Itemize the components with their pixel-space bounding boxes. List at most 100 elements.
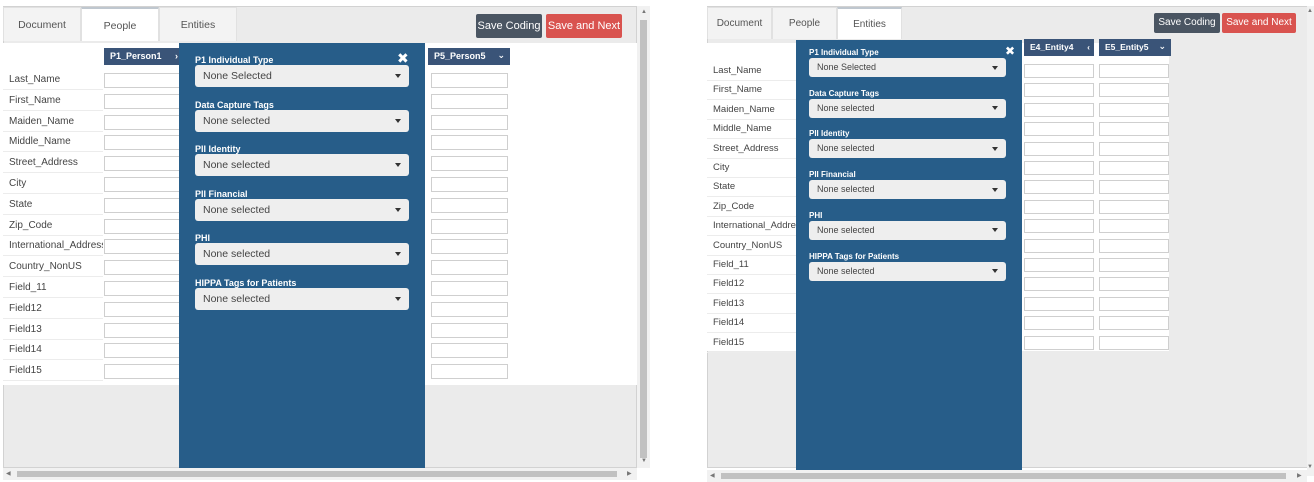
- cell-input[interactable]: [1024, 102, 1094, 117]
- cell-input[interactable]: [1024, 316, 1094, 331]
- cell-input[interactable]: [104, 73, 182, 88]
- caret-down-icon[interactable]: [395, 74, 401, 78]
- cell-input[interactable]: [1024, 161, 1094, 175]
- cell-input[interactable]: [1024, 258, 1094, 272]
- caret-down-icon[interactable]: [992, 146, 998, 151]
- horizontal-scrollbar[interactable]: ◀ ▶: [707, 470, 1307, 482]
- cell-input[interactable]: [1024, 296, 1094, 311]
- close-icon[interactable]: ✖: [397, 51, 409, 65]
- cell-input[interactable]: [431, 177, 508, 192]
- cell-input[interactable]: [1024, 180, 1094, 195]
- cell-input[interactable]: [1099, 277, 1169, 292]
- tag-select[interactable]: None Selected: [809, 58, 1006, 77]
- cell-input[interactable]: [104, 364, 182, 380]
- scroll-up-icon[interactable]: ▲: [1307, 8, 1313, 14]
- cell-input[interactable]: [1024, 199, 1094, 214]
- cell-input[interactable]: [1099, 180, 1169, 195]
- cell-input[interactable]: [1099, 238, 1169, 253]
- tag-select[interactable]: None selected: [195, 109, 409, 132]
- cell-input[interactable]: [431, 260, 508, 276]
- close-icon[interactable]: ✖: [1005, 44, 1015, 58]
- cell-input[interactable]: [431, 281, 508, 296]
- horizontal-scroll-thumb[interactable]: [721, 473, 1286, 479]
- cell-input[interactable]: [431, 218, 508, 234]
- cell-input[interactable]: [431, 239, 508, 255]
- cell-input[interactable]: [1099, 83, 1169, 98]
- caret-down-icon[interactable]: [395, 118, 401, 123]
- cell-input[interactable]: [1024, 64, 1094, 78]
- cell-input[interactable]: [1099, 122, 1169, 137]
- cell-input[interactable]: [104, 281, 182, 296]
- tab-document[interactable]: Document: [3, 7, 81, 41]
- tag-select[interactable]: None selected: [809, 139, 1006, 159]
- column-header-e5-entity5[interactable]: E5_Entity5 ⌄: [1099, 39, 1171, 56]
- cell-input[interactable]: [1024, 277, 1094, 292]
- caret-down-icon[interactable]: [992, 269, 998, 273]
- cell-input[interactable]: [104, 135, 182, 151]
- caret-down-icon[interactable]: [395, 296, 401, 301]
- cell-input[interactable]: [104, 260, 182, 276]
- cell-input[interactable]: [1024, 219, 1094, 234]
- cell-input[interactable]: [104, 93, 182, 109]
- save-and-next-button[interactable]: Save and Next: [1222, 13, 1296, 33]
- scroll-left-icon[interactable]: ◀: [6, 471, 11, 477]
- tab-entities[interactable]: Entities: [837, 7, 902, 39]
- scroll-right-icon[interactable]: ▶: [1297, 473, 1302, 479]
- vertical-scroll-thumb[interactable]: [640, 20, 647, 458]
- save-coding-button[interactable]: Save Coding: [476, 14, 542, 38]
- caret-down-icon[interactable]: [992, 106, 998, 111]
- caret-down-icon[interactable]: [992, 187, 998, 192]
- tag-select[interactable]: None selected: [195, 154, 409, 176]
- cell-input[interactable]: [431, 301, 508, 317]
- cell-input[interactable]: [1099, 64, 1169, 78]
- chevron-down-icon[interactable]: ⌄: [1158, 38, 1166, 55]
- cell-input[interactable]: [104, 156, 182, 172]
- tag-select[interactable]: None selected: [809, 261, 1006, 281]
- cell-input[interactable]: [1099, 199, 1169, 214]
- chevron-left-icon[interactable]: ‹: [1087, 39, 1090, 56]
- horizontal-scrollbar[interactable]: ◀ ▶: [3, 468, 637, 480]
- caret-down-icon[interactable]: [395, 163, 401, 167]
- cell-input[interactable]: [104, 177, 182, 192]
- cell-input[interactable]: [1099, 102, 1169, 117]
- save-coding-button[interactable]: Save Coding: [1154, 13, 1220, 33]
- cell-input[interactable]: [104, 218, 182, 234]
- caret-down-icon[interactable]: [395, 252, 401, 256]
- save-and-next-button[interactable]: Save and Next: [546, 14, 622, 38]
- scroll-up-icon[interactable]: ▲: [641, 9, 647, 15]
- tag-select[interactable]: None selected: [195, 243, 409, 265]
- cell-input[interactable]: [1024, 335, 1094, 350]
- cell-input[interactable]: [1099, 296, 1169, 311]
- cell-input[interactable]: [431, 197, 508, 213]
- cell-input[interactable]: [431, 322, 508, 338]
- cell-input[interactable]: [104, 322, 182, 338]
- tab-document[interactable]: Document: [707, 7, 772, 39]
- cell-input[interactable]: [1024, 122, 1094, 137]
- cell-input[interactable]: [1024, 141, 1094, 156]
- cell-input[interactable]: [431, 114, 508, 130]
- cell-input[interactable]: [104, 239, 182, 255]
- tag-select[interactable]: None selected: [195, 198, 409, 221]
- tag-select[interactable]: None selected: [809, 220, 1006, 240]
- tag-select[interactable]: None selected: [809, 98, 1006, 118]
- cell-input[interactable]: [1099, 141, 1169, 156]
- cell-input[interactable]: [104, 197, 182, 213]
- tab-people[interactable]: People: [81, 7, 159, 41]
- cell-input[interactable]: [1099, 258, 1169, 272]
- cell-input[interactable]: [1099, 219, 1169, 234]
- cell-input[interactable]: [431, 93, 508, 109]
- cell-input[interactable]: [104, 301, 182, 317]
- cell-input[interactable]: [1099, 316, 1169, 331]
- cell-input[interactable]: [431, 156, 508, 172]
- scroll-down-icon[interactable]: ▼: [1307, 464, 1313, 470]
- cell-input[interactable]: [1099, 161, 1169, 175]
- cell-input[interactable]: [431, 343, 508, 359]
- scroll-left-icon[interactable]: ◀: [710, 473, 715, 479]
- tag-select[interactable]: None Selected: [195, 65, 409, 87]
- tag-select[interactable]: None selected: [195, 287, 409, 310]
- caret-down-icon[interactable]: [992, 228, 998, 233]
- cell-input[interactable]: [1099, 335, 1169, 350]
- cell-input[interactable]: [431, 135, 508, 151]
- cell-input[interactable]: [1024, 238, 1094, 253]
- caret-down-icon[interactable]: [992, 65, 998, 70]
